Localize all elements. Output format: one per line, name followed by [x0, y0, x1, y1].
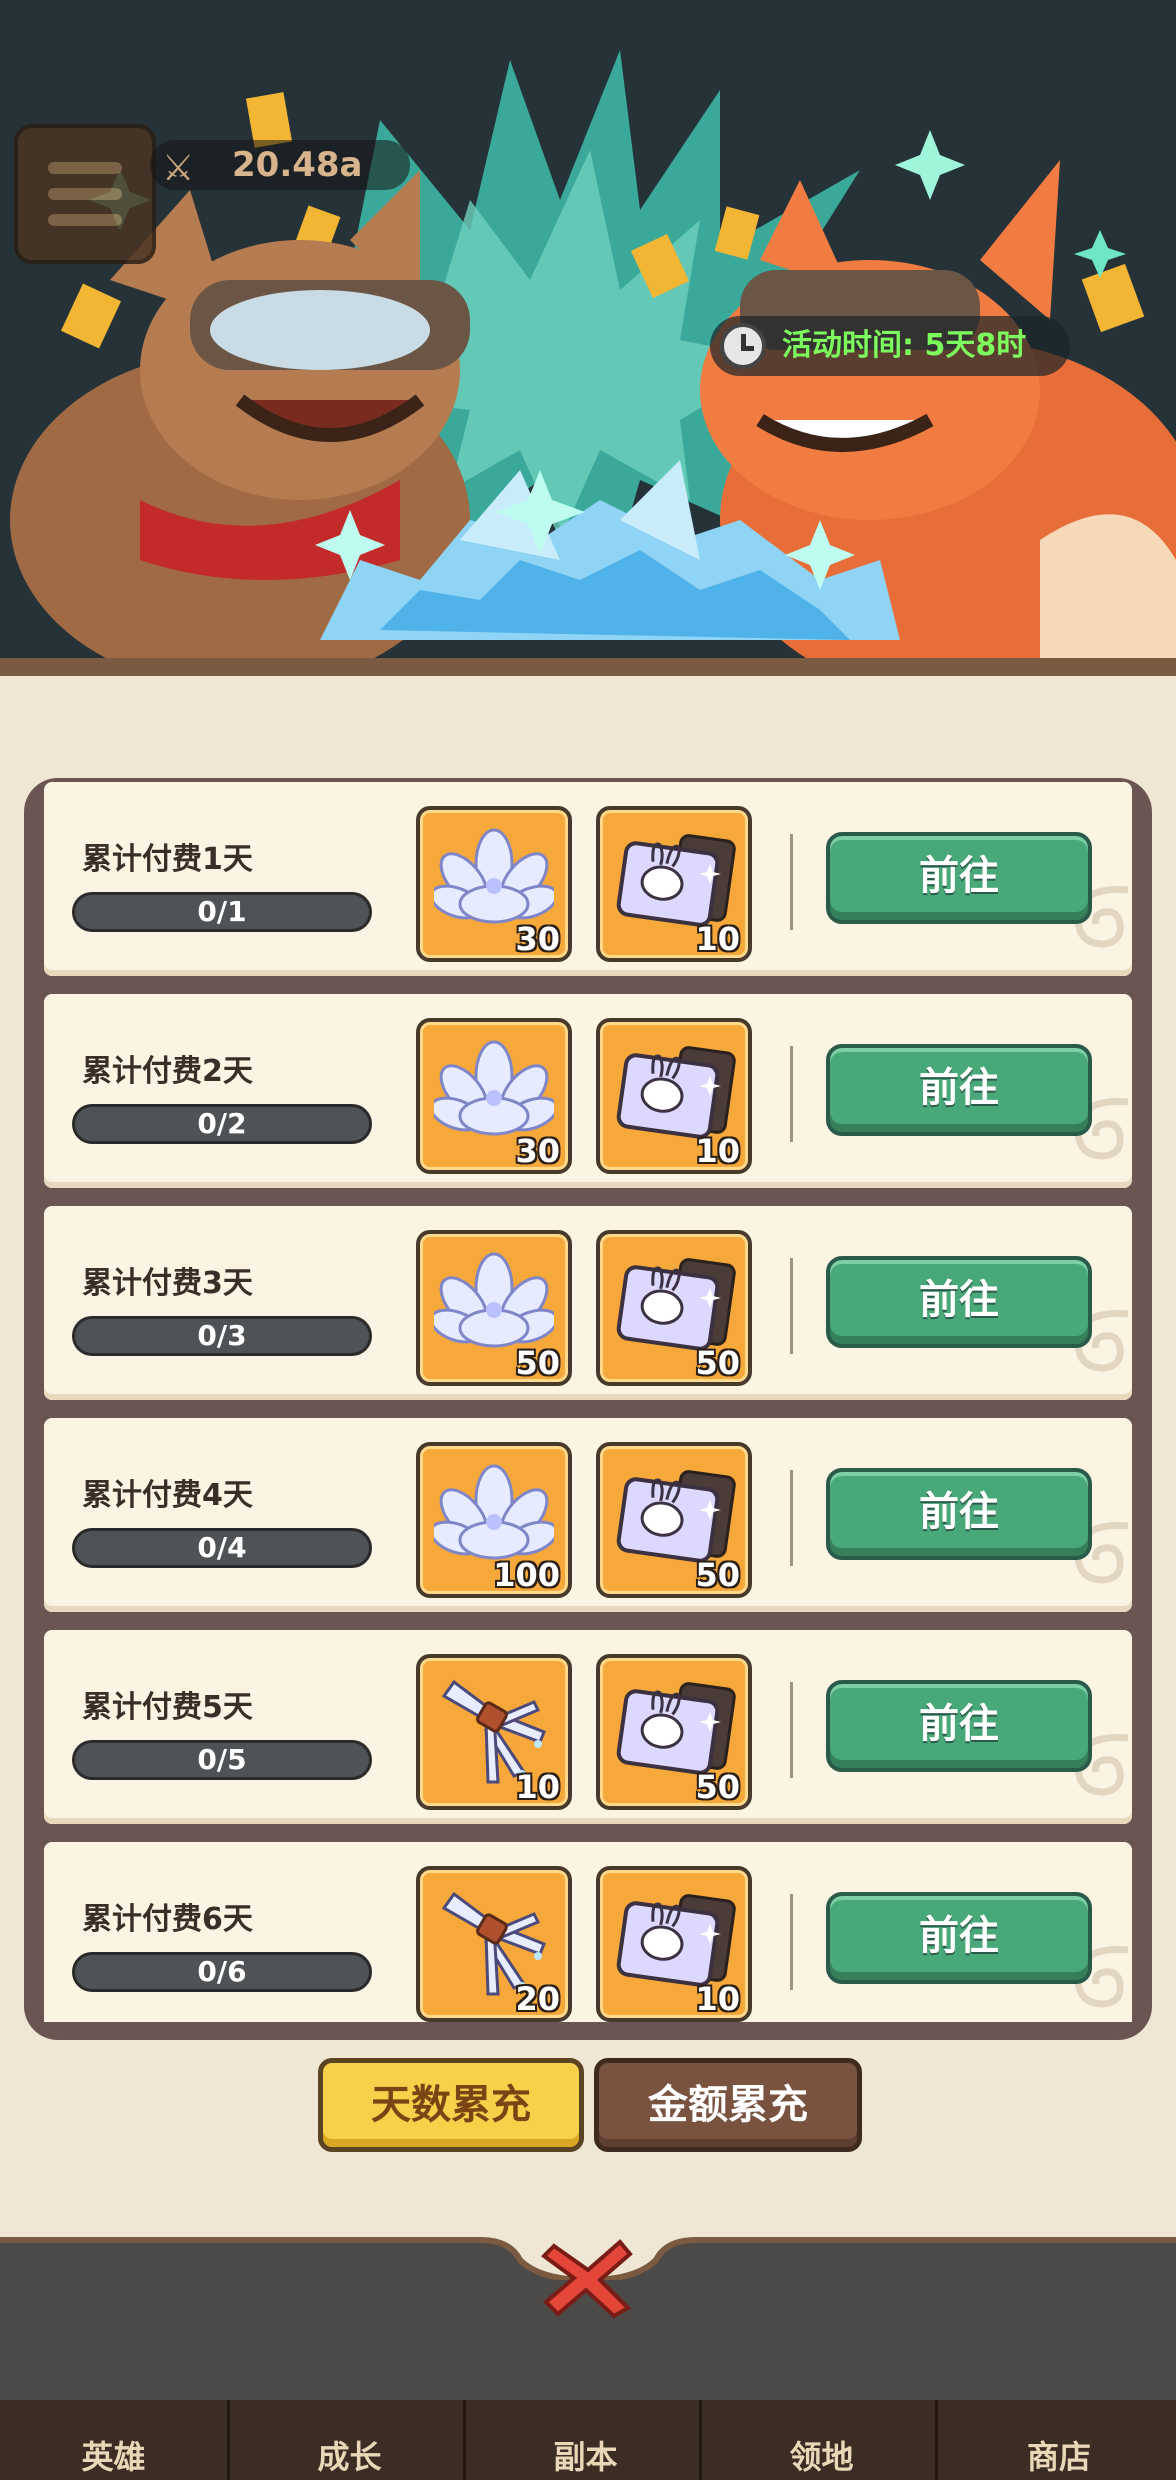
go-button[interactable]: 前往: [826, 1256, 1092, 1348]
reward-item[interactable]: 10: [416, 1654, 572, 1810]
progress-bar: 0/3: [72, 1316, 372, 1356]
nav-territory[interactable]: 领地: [708, 2400, 938, 2480]
reward-quantity: 10: [515, 1768, 560, 1806]
progress-text: 0/5: [197, 1743, 247, 1776]
close-button[interactable]: [540, 2236, 636, 2320]
tab-amount-recharge[interactable]: 金额累充: [594, 2058, 862, 2152]
row-divider: [790, 1258, 793, 1354]
reward-item[interactable]: 30: [416, 1018, 572, 1174]
progress-text: 0/2: [197, 1107, 247, 1140]
combat-power-value: 20.48a: [232, 145, 363, 185]
row-title: 累计付费3天: [82, 1266, 253, 1301]
progress-bar: 0/5: [72, 1740, 372, 1780]
go-button[interactable]: 前往: [826, 1044, 1092, 1136]
event-banner: ⚔ 20.48a 活动时间: 5天8时: [0, 0, 1176, 690]
go-button[interactable]: 前往: [826, 1468, 1092, 1560]
reward-item[interactable]: 10: [596, 806, 752, 962]
nav-shop[interactable]: 商店: [944, 2400, 1174, 2480]
bottom-nav: 英雄 成长 副本 领地 商店: [0, 2400, 1176, 2480]
reward-quantity: 100: [493, 1556, 560, 1594]
reward-row: 累计付费2天 0/2 30 10 前往: [44, 994, 1132, 1188]
nav-growth[interactable]: 成长: [236, 2400, 466, 2480]
menu-button[interactable]: [14, 124, 156, 264]
reward-quantity: 30: [515, 1132, 560, 1170]
reward-item[interactable]: 50: [596, 1442, 752, 1598]
row-title: 累计付费4天: [82, 1478, 253, 1513]
row-divider: [790, 834, 793, 930]
go-button[interactable]: 前往: [826, 1892, 1092, 1984]
clock-icon: [720, 323, 766, 369]
reward-row: 累计付费3天 0/3 50 50 前往: [44, 1206, 1132, 1400]
progress-text: 0/4: [197, 1531, 247, 1564]
reward-item[interactable]: 100: [416, 1442, 572, 1598]
reward-row: 累计付费1天 0/1 30 10 前往: [44, 782, 1132, 976]
reward-list[interactable]: 累计付费1天 0/1 30 10 前往 累计付费2天 0/2 30 10 前往 累计付费3天 0/3 5…: [44, 780, 1134, 2022]
progress-bar: 0/2: [72, 1104, 372, 1144]
reward-row: 累计付费6天 0/6 20 10 前往: [44, 1842, 1132, 2022]
row-title: 累计付费6天: [82, 1902, 253, 1937]
timer-label: 活动时间:: [782, 328, 914, 363]
reward-row: 累计付费4天 0/4 100 50 前往: [44, 1418, 1132, 1612]
row-divider: [790, 1682, 793, 1778]
reward-quantity: 50: [695, 1556, 740, 1594]
reward-row: 累计付费5天 0/5 10 50 前往: [44, 1630, 1132, 1824]
progress-bar: 0/4: [72, 1528, 372, 1568]
reward-item[interactable]: 20: [416, 1866, 572, 2022]
progress-bar: 0/1: [72, 892, 372, 932]
reward-item[interactable]: 10: [596, 1866, 752, 2022]
reward-item[interactable]: 30: [416, 806, 572, 962]
row-title: 累计付费1天: [82, 842, 253, 877]
progress-text: 0/3: [197, 1319, 247, 1352]
reward-quantity: 20: [515, 1980, 560, 2018]
crossed-swords-icon: ⚔: [162, 148, 195, 189]
row-divider: [790, 1894, 793, 1990]
row-divider: [790, 1046, 793, 1142]
reward-quantity: 50: [695, 1768, 740, 1806]
tab-days-recharge[interactable]: 天数累充: [318, 2058, 584, 2152]
reward-quantity: 50: [515, 1344, 560, 1382]
row-divider: [790, 1470, 793, 1566]
reward-quantity: 50: [695, 1344, 740, 1382]
go-button[interactable]: 前往: [826, 1680, 1092, 1772]
reward-quantity: 10: [695, 1980, 740, 2018]
combat-power-display: ⚔ 20.48a: [150, 140, 410, 190]
nav-dungeon[interactable]: 副本: [472, 2400, 702, 2480]
progress-bar: 0/6: [72, 1952, 372, 1992]
go-button[interactable]: 前往: [826, 832, 1092, 924]
reward-item[interactable]: 10: [596, 1018, 752, 1174]
event-timer: 活动时间: 5天8时: [710, 316, 1070, 376]
nav-heroes[interactable]: 英雄: [0, 2400, 230, 2480]
reward-item[interactable]: 50: [416, 1230, 572, 1386]
progress-text: 0/6: [197, 1955, 247, 1988]
row-title: 累计付费2天: [82, 1054, 253, 1089]
reward-item[interactable]: 50: [596, 1230, 752, 1386]
timer-value: 5天8时: [924, 328, 1027, 363]
reward-quantity: 10: [695, 920, 740, 958]
reward-quantity: 30: [515, 920, 560, 958]
progress-text: 0/1: [197, 895, 247, 928]
reward-item[interactable]: 50: [596, 1654, 752, 1810]
row-title: 累计付费5天: [82, 1690, 253, 1725]
reward-quantity: 10: [695, 1132, 740, 1170]
